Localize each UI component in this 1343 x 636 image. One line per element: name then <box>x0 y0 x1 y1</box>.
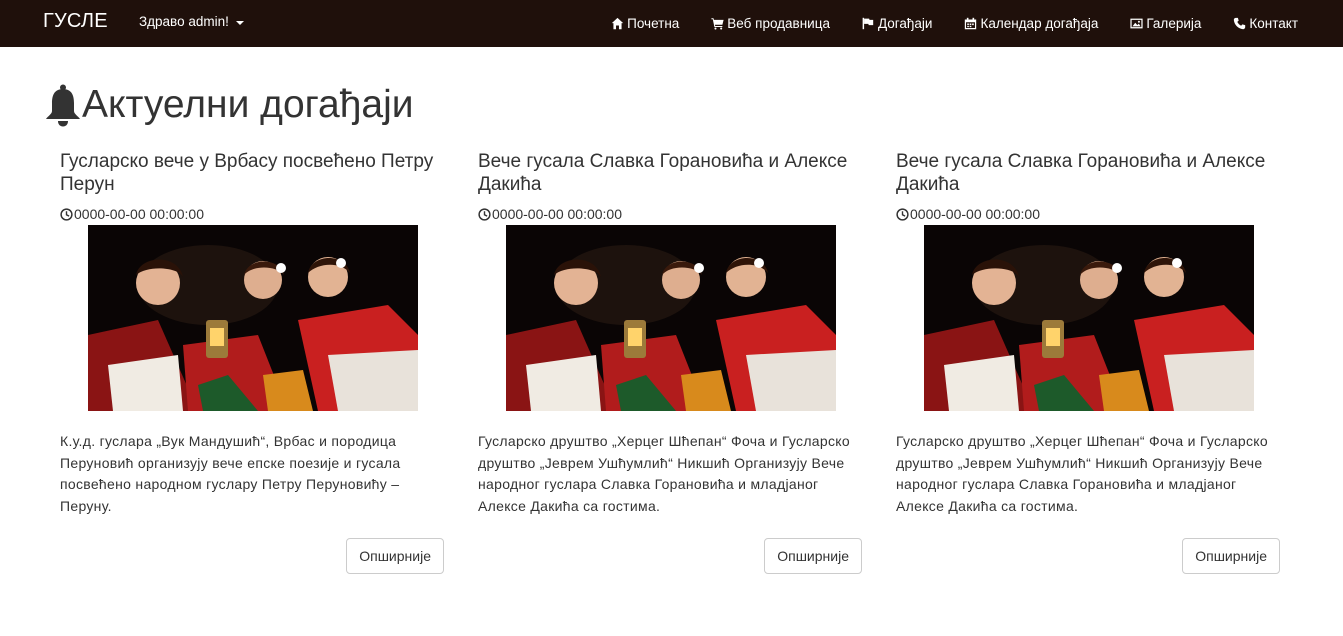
nav-item-shop[interactable]: Веб продавница <box>710 16 830 31</box>
event-date-text: 0000-00-00 00:00:00 <box>910 206 1040 222</box>
nav-item-label: Галерија <box>1146 16 1202 31</box>
home-icon <box>610 17 624 31</box>
nav-item-gallery[interactable]: Галерија <box>1129 16 1201 31</box>
calendar-icon <box>963 17 977 31</box>
nav-item-label: Календар догађаја <box>980 16 1099 31</box>
bell-icon <box>44 83 82 127</box>
main-nav: Почетна Веб продавница Догађаји Календар… <box>610 0 1298 47</box>
event-date: 0000-00-00 00:00:00 <box>896 206 1280 222</box>
event-photo <box>506 225 836 411</box>
nav-item-label: Веб продавница <box>727 16 830 31</box>
event-card: Гусларско вече у Врбасу посвећено Петру … <box>60 150 444 574</box>
nav-item-home[interactable]: Почетна <box>610 16 679 31</box>
nav-item-label: Контакт <box>1249 16 1298 31</box>
user-menu-dropdown[interactable]: Здраво admin! <box>139 14 244 29</box>
nav-item-contact[interactable]: Контакт <box>1232 16 1298 31</box>
event-title: Гусларско вече у Врбасу посвећено Петру … <box>60 151 434 195</box>
nav-item-events[interactable]: Догађаји <box>861 16 933 31</box>
shopping-cart-icon <box>710 17 724 31</box>
read-more-button[interactable]: Опширније <box>764 538 862 574</box>
clock-icon <box>60 207 73 221</box>
read-more-button[interactable]: Опширније <box>1182 538 1280 574</box>
caret-down-icon <box>235 20 244 25</box>
picture-icon <box>1129 17 1143 31</box>
event-photo <box>88 225 418 411</box>
event-description: Гусларско друштво „Херцег Шћепан“ Фоча и… <box>478 433 850 514</box>
read-more-button[interactable]: Опширније <box>346 538 444 574</box>
event-description: Гусларско друштво „Херцег Шћепан“ Фоча и… <box>896 433 1268 514</box>
event-description: К.у.д. гуслара „Вук Мандушић“, Врбас и п… <box>60 433 401 514</box>
event-card: Вече гусала Славка Горановића и Алексе Д… <box>896 150 1280 574</box>
event-photo <box>924 225 1254 411</box>
event-date-text: 0000-00-00 00:00:00 <box>492 206 622 222</box>
user-menu-label: Здраво admin! <box>139 14 229 29</box>
top-navbar: ГУСЛЕ Здраво admin! Почетна Веб продавни… <box>0 0 1343 47</box>
event-title: Вече гусала Славка Горановића и Алексе Д… <box>478 151 848 195</box>
event-image <box>506 225 836 411</box>
event-date-text: 0000-00-00 00:00:00 <box>74 206 204 222</box>
event-date: 0000-00-00 00:00:00 <box>478 206 862 222</box>
flag-icon <box>861 17 875 31</box>
page-title: Актуелни догађаји <box>82 83 414 126</box>
nav-item-label: Догађаји <box>877 16 933 31</box>
clock-icon <box>896 207 909 221</box>
clock-icon <box>478 207 491 221</box>
event-card: Вече гусала Славка Горановића и Алексе Д… <box>478 150 862 574</box>
event-date: 0000-00-00 00:00:00 <box>60 206 444 222</box>
nav-item-label: Почетна <box>627 16 680 31</box>
phone-icon <box>1232 17 1246 31</box>
event-image <box>88 225 418 411</box>
nav-item-calendar[interactable]: Календар догађаја <box>963 16 1098 31</box>
event-title: Вече гусала Славка Горановића и Алексе Д… <box>896 151 1266 195</box>
page-heading: Актуелни догађаји <box>44 80 414 130</box>
brand-logo-link[interactable]: ГУСЛЕ <box>43 10 108 33</box>
event-image <box>924 225 1254 411</box>
